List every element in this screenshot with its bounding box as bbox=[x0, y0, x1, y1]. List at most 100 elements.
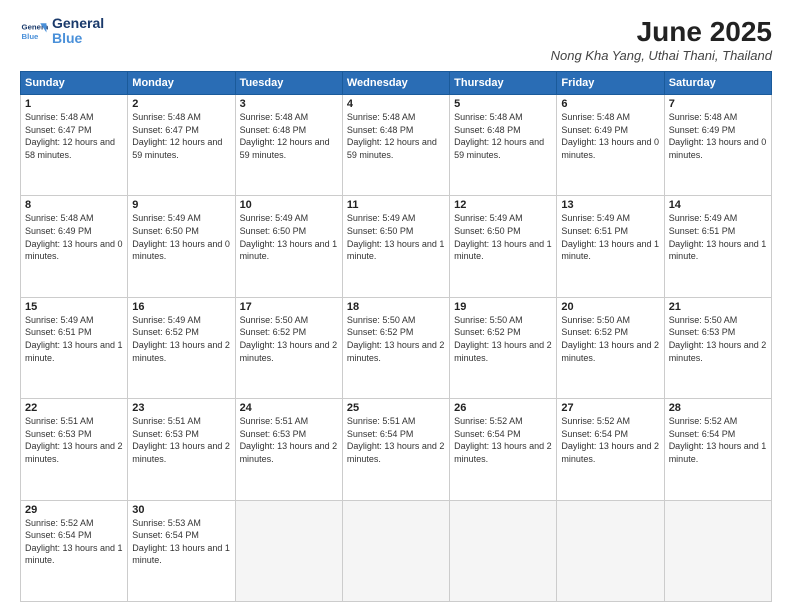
calendar-week-row: 1Sunrise: 5:48 AMSunset: 6:47 PMDaylight… bbox=[21, 95, 772, 196]
calendar-cell: 8Sunrise: 5:48 AMSunset: 6:49 PMDaylight… bbox=[21, 196, 128, 297]
day-info: Sunrise: 5:48 AMSunset: 6:47 PMDaylight:… bbox=[25, 111, 123, 161]
day-info: Sunrise: 5:48 AMSunset: 6:48 PMDaylight:… bbox=[240, 111, 338, 161]
day-info: Sunrise: 5:48 AMSunset: 6:48 PMDaylight:… bbox=[454, 111, 552, 161]
day-number: 7 bbox=[669, 98, 767, 110]
day-number: 26 bbox=[454, 402, 552, 414]
calendar-cell bbox=[450, 500, 557, 601]
calendar-cell: 22Sunrise: 5:51 AMSunset: 6:53 PMDayligh… bbox=[21, 399, 128, 500]
day-number: 2 bbox=[132, 98, 230, 110]
day-info: Sunrise: 5:52 AMSunset: 6:54 PMDaylight:… bbox=[669, 415, 767, 465]
logo: General Blue General Blue bbox=[20, 16, 104, 47]
col-header-saturday: Saturday bbox=[664, 72, 771, 95]
day-number: 19 bbox=[454, 301, 552, 313]
day-number: 4 bbox=[347, 98, 445, 110]
day-number: 1 bbox=[25, 98, 123, 110]
calendar-cell: 29Sunrise: 5:52 AMSunset: 6:54 PMDayligh… bbox=[21, 500, 128, 601]
calendar-cell: 18Sunrise: 5:50 AMSunset: 6:52 PMDayligh… bbox=[342, 297, 449, 398]
day-number: 14 bbox=[669, 199, 767, 211]
calendar-week-row: 29Sunrise: 5:52 AMSunset: 6:54 PMDayligh… bbox=[21, 500, 772, 601]
day-info: Sunrise: 5:50 AMSunset: 6:52 PMDaylight:… bbox=[561, 314, 659, 364]
calendar-cell: 27Sunrise: 5:52 AMSunset: 6:54 PMDayligh… bbox=[557, 399, 664, 500]
month-title: June 2025 bbox=[551, 16, 772, 48]
day-info: Sunrise: 5:48 AMSunset: 6:47 PMDaylight:… bbox=[132, 111, 230, 161]
logo-icon: General Blue bbox=[20, 17, 48, 45]
day-number: 24 bbox=[240, 402, 338, 414]
calendar-cell: 9Sunrise: 5:49 AMSunset: 6:50 PMDaylight… bbox=[128, 196, 235, 297]
calendar-cell: 2Sunrise: 5:48 AMSunset: 6:47 PMDaylight… bbox=[128, 95, 235, 196]
calendar-header-row: SundayMondayTuesdayWednesdayThursdayFrid… bbox=[21, 72, 772, 95]
day-number: 20 bbox=[561, 301, 659, 313]
day-number: 18 bbox=[347, 301, 445, 313]
day-info: Sunrise: 5:50 AMSunset: 6:53 PMDaylight:… bbox=[669, 314, 767, 364]
day-info: Sunrise: 5:51 AMSunset: 6:54 PMDaylight:… bbox=[347, 415, 445, 465]
calendar-cell: 20Sunrise: 5:50 AMSunset: 6:52 PMDayligh… bbox=[557, 297, 664, 398]
day-number: 30 bbox=[132, 504, 230, 516]
day-info: Sunrise: 5:50 AMSunset: 6:52 PMDaylight:… bbox=[240, 314, 338, 364]
calendar-cell: 19Sunrise: 5:50 AMSunset: 6:52 PMDayligh… bbox=[450, 297, 557, 398]
day-info: Sunrise: 5:53 AMSunset: 6:54 PMDaylight:… bbox=[132, 517, 230, 567]
calendar-cell: 4Sunrise: 5:48 AMSunset: 6:48 PMDaylight… bbox=[342, 95, 449, 196]
day-info: Sunrise: 5:48 AMSunset: 6:48 PMDaylight:… bbox=[347, 111, 445, 161]
day-info: Sunrise: 5:48 AMSunset: 6:49 PMDaylight:… bbox=[561, 111, 659, 161]
calendar-cell bbox=[342, 500, 449, 601]
day-info: Sunrise: 5:50 AMSunset: 6:52 PMDaylight:… bbox=[454, 314, 552, 364]
logo-text: General Blue bbox=[52, 16, 104, 47]
day-info: Sunrise: 5:49 AMSunset: 6:52 PMDaylight:… bbox=[132, 314, 230, 364]
day-info: Sunrise: 5:52 AMSunset: 6:54 PMDaylight:… bbox=[561, 415, 659, 465]
day-info: Sunrise: 5:49 AMSunset: 6:51 PMDaylight:… bbox=[25, 314, 123, 364]
calendar-week-row: 22Sunrise: 5:51 AMSunset: 6:53 PMDayligh… bbox=[21, 399, 772, 500]
day-info: Sunrise: 5:51 AMSunset: 6:53 PMDaylight:… bbox=[25, 415, 123, 465]
svg-text:Blue: Blue bbox=[22, 32, 40, 41]
day-info: Sunrise: 5:49 AMSunset: 6:50 PMDaylight:… bbox=[347, 212, 445, 262]
day-info: Sunrise: 5:49 AMSunset: 6:50 PMDaylight:… bbox=[132, 212, 230, 262]
day-info: Sunrise: 5:49 AMSunset: 6:50 PMDaylight:… bbox=[454, 212, 552, 262]
calendar-cell: 11Sunrise: 5:49 AMSunset: 6:50 PMDayligh… bbox=[342, 196, 449, 297]
calendar-cell: 5Sunrise: 5:48 AMSunset: 6:48 PMDaylight… bbox=[450, 95, 557, 196]
calendar-cell: 16Sunrise: 5:49 AMSunset: 6:52 PMDayligh… bbox=[128, 297, 235, 398]
day-info: Sunrise: 5:51 AMSunset: 6:53 PMDaylight:… bbox=[240, 415, 338, 465]
day-number: 25 bbox=[347, 402, 445, 414]
calendar-cell: 25Sunrise: 5:51 AMSunset: 6:54 PMDayligh… bbox=[342, 399, 449, 500]
day-number: 5 bbox=[454, 98, 552, 110]
calendar-cell: 14Sunrise: 5:49 AMSunset: 6:51 PMDayligh… bbox=[664, 196, 771, 297]
col-header-friday: Friday bbox=[557, 72, 664, 95]
day-info: Sunrise: 5:48 AMSunset: 6:49 PMDaylight:… bbox=[669, 111, 767, 161]
day-number: 28 bbox=[669, 402, 767, 414]
day-number: 9 bbox=[132, 199, 230, 211]
day-number: 11 bbox=[347, 199, 445, 211]
calendar-cell: 12Sunrise: 5:49 AMSunset: 6:50 PMDayligh… bbox=[450, 196, 557, 297]
day-number: 12 bbox=[454, 199, 552, 211]
calendar-cell: 23Sunrise: 5:51 AMSunset: 6:53 PMDayligh… bbox=[128, 399, 235, 500]
logo-line1: General bbox=[52, 16, 104, 31]
day-number: 21 bbox=[669, 301, 767, 313]
logo-line2: Blue bbox=[52, 30, 82, 46]
col-header-thursday: Thursday bbox=[450, 72, 557, 95]
calendar-cell: 15Sunrise: 5:49 AMSunset: 6:51 PMDayligh… bbox=[21, 297, 128, 398]
day-number: 3 bbox=[240, 98, 338, 110]
calendar-cell: 26Sunrise: 5:52 AMSunset: 6:54 PMDayligh… bbox=[450, 399, 557, 500]
calendar-cell: 28Sunrise: 5:52 AMSunset: 6:54 PMDayligh… bbox=[664, 399, 771, 500]
calendar-cell: 30Sunrise: 5:53 AMSunset: 6:54 PMDayligh… bbox=[128, 500, 235, 601]
calendar-cell: 6Sunrise: 5:48 AMSunset: 6:49 PMDaylight… bbox=[557, 95, 664, 196]
title-block: June 2025 Nong Kha Yang, Uthai Thani, Th… bbox=[551, 16, 772, 63]
day-number: 10 bbox=[240, 199, 338, 211]
day-info: Sunrise: 5:52 AMSunset: 6:54 PMDaylight:… bbox=[25, 517, 123, 567]
day-info: Sunrise: 5:50 AMSunset: 6:52 PMDaylight:… bbox=[347, 314, 445, 364]
day-info: Sunrise: 5:49 AMSunset: 6:51 PMDaylight:… bbox=[561, 212, 659, 262]
day-number: 8 bbox=[25, 199, 123, 211]
page: General Blue General Blue June 2025 Nong… bbox=[0, 0, 792, 612]
calendar-table: SundayMondayTuesdayWednesdayThursdayFrid… bbox=[20, 71, 772, 602]
calendar-cell: 13Sunrise: 5:49 AMSunset: 6:51 PMDayligh… bbox=[557, 196, 664, 297]
calendar-cell: 1Sunrise: 5:48 AMSunset: 6:47 PMDaylight… bbox=[21, 95, 128, 196]
day-info: Sunrise: 5:48 AMSunset: 6:49 PMDaylight:… bbox=[25, 212, 123, 262]
calendar-cell bbox=[235, 500, 342, 601]
day-info: Sunrise: 5:49 AMSunset: 6:51 PMDaylight:… bbox=[669, 212, 767, 262]
calendar-cell: 21Sunrise: 5:50 AMSunset: 6:53 PMDayligh… bbox=[664, 297, 771, 398]
day-info: Sunrise: 5:49 AMSunset: 6:50 PMDaylight:… bbox=[240, 212, 338, 262]
day-info: Sunrise: 5:52 AMSunset: 6:54 PMDaylight:… bbox=[454, 415, 552, 465]
col-header-monday: Monday bbox=[128, 72, 235, 95]
calendar-cell: 24Sunrise: 5:51 AMSunset: 6:53 PMDayligh… bbox=[235, 399, 342, 500]
col-header-tuesday: Tuesday bbox=[235, 72, 342, 95]
calendar-week-row: 15Sunrise: 5:49 AMSunset: 6:51 PMDayligh… bbox=[21, 297, 772, 398]
day-number: 15 bbox=[25, 301, 123, 313]
